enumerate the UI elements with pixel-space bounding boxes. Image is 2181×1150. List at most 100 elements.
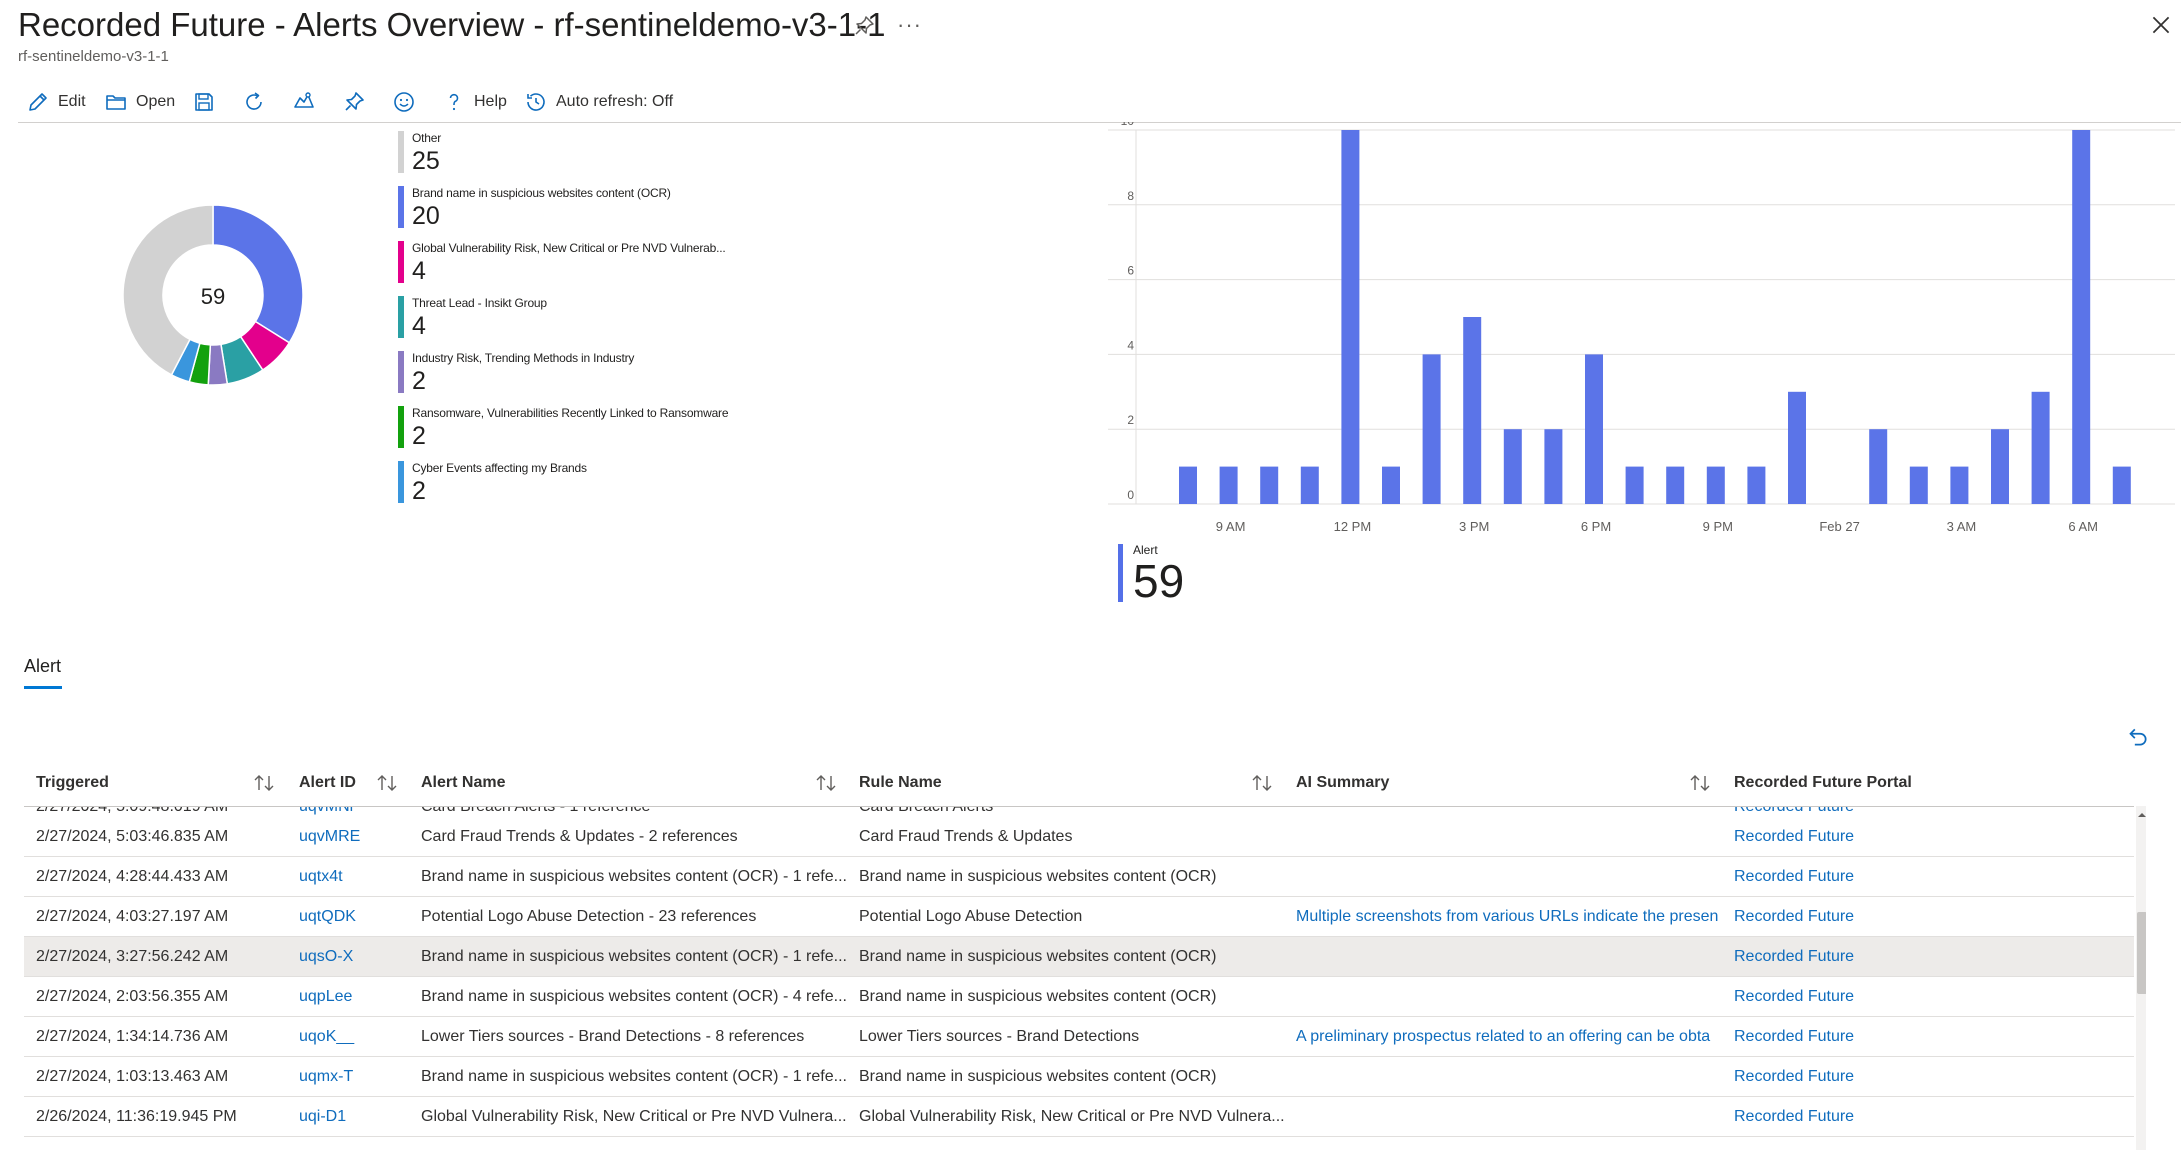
cell-portal-link[interactable]: Recorded Future xyxy=(1734,868,1934,886)
bar[interactable] xyxy=(1950,466,1969,504)
table-row-selected[interactable]: 2/27/2024, 3:27:56.242 AM uqsO-X Brand n… xyxy=(24,937,2134,977)
column-header-rule-name[interactable]: Rule Name xyxy=(859,774,942,792)
table-row[interactable]: 2/27/2024, 1:03:13.463 AM uqmx-T Brand n… xyxy=(24,1057,2134,1097)
save-button[interactable] xyxy=(192,88,216,116)
tab-active-indicator xyxy=(24,686,62,689)
scroll-up-icon[interactable] xyxy=(2137,810,2146,820)
bar[interactable] xyxy=(2072,130,2091,504)
donut-slice[interactable] xyxy=(212,204,304,344)
legend-value: 25 xyxy=(412,147,440,175)
cell-alert-id-link[interactable]: uqpLee xyxy=(299,988,409,1006)
pin-dashboard-button[interactable] xyxy=(342,88,366,116)
undo-icon[interactable] xyxy=(2124,724,2150,750)
donut-chart[interactable]: 59 xyxy=(118,200,308,390)
legend-value: 2 xyxy=(412,422,426,450)
open-button[interactable]: Open xyxy=(104,88,175,116)
bar[interactable] xyxy=(2112,466,2131,504)
bar[interactable] xyxy=(1422,354,1441,504)
legend-label: Industry Risk, Trending Methods in Indus… xyxy=(412,351,635,365)
sort-icon[interactable] xyxy=(375,772,399,794)
legend-item-global-vulnerability[interactable]: Global Vulnerability Risk, New Critical … xyxy=(398,241,798,293)
bar[interactable] xyxy=(1585,354,1603,504)
bar[interactable] xyxy=(1666,466,1685,504)
sort-icon[interactable] xyxy=(814,772,838,794)
cell-alert-id-link[interactable]: uqvMRE xyxy=(299,828,409,846)
cell-alert-id-link[interactable]: uqvMNi xyxy=(299,807,409,816)
cell-alert-id-link[interactable]: uqmx-T xyxy=(299,1068,409,1086)
legend-item-industry-risk[interactable]: Industry Risk, Trending Methods in Indus… xyxy=(398,351,798,403)
cell-alert-id-link[interactable]: uqtQDK xyxy=(299,908,409,926)
legend-item-cyber-events[interactable]: Cyber Events affecting my Brands 2 xyxy=(398,461,798,513)
legend-item-brand-ocr[interactable]: Brand name in suspicious websites conten… xyxy=(398,186,798,238)
table-row[interactable]: 2/26/2024, 11:36:19.945 PM uqi-D1 Global… xyxy=(24,1097,2134,1137)
table-row[interactable]: 2/27/2024, 1:34:14.736 AM uqoK__ Lower T… xyxy=(24,1017,2134,1057)
bar[interactable] xyxy=(2031,391,2050,504)
cell-portal-link[interactable]: Recorded Future xyxy=(1734,807,1934,816)
cell-portal-link[interactable]: Recorded Future xyxy=(1734,1068,1934,1086)
cell-alert-id-link[interactable]: uqi-D1 xyxy=(299,1108,409,1126)
bar[interactable] xyxy=(1219,466,1238,504)
bar[interactable] xyxy=(1260,466,1279,504)
bar[interactable] xyxy=(1706,466,1725,504)
table-row[interactable]: 2/27/2024, 2:03:56.355 AM uqpLee Brand n… xyxy=(24,977,2134,1017)
cell-alert-id-link[interactable]: uqtx4t xyxy=(299,868,409,886)
table-row[interactable]: 2/27/2024, 5:03:46.835 AM uqvMRE Card Fr… xyxy=(24,817,2134,857)
column-header-portal[interactable]: Recorded Future Portal xyxy=(1734,774,1912,792)
feedback-button[interactable] xyxy=(392,88,416,116)
cell-alert-name: Potential Logo Abuse Detection - 23 refe… xyxy=(421,908,757,925)
cell-triggered: 2/27/2024, 5:03:46.835 AM xyxy=(36,828,229,845)
bar[interactable] xyxy=(1747,466,1766,504)
help-button[interactable]: Help xyxy=(442,88,507,116)
bar[interactable] xyxy=(1991,429,2009,504)
bar[interactable] xyxy=(1463,317,1482,504)
cell-portal-link[interactable]: Recorded Future xyxy=(1734,948,1934,966)
legend-swatch xyxy=(398,131,404,173)
table-row[interactable]: 2/27/2024, 5:09:48.019 AM uqvMNi Card Br… xyxy=(24,807,2134,817)
column-header-alert-id[interactable]: Alert ID xyxy=(299,774,356,792)
pin-icon[interactable] xyxy=(852,14,876,38)
bar[interactable] xyxy=(1544,429,1563,504)
sort-icon[interactable] xyxy=(252,772,276,794)
legend-item-other[interactable]: Other 25 xyxy=(398,131,798,183)
bar[interactable] xyxy=(1341,130,1360,504)
close-icon[interactable] xyxy=(2148,12,2174,38)
cell-ai-summary[interactable]: Multiple screenshots from various URLs i… xyxy=(1296,908,1751,926)
cell-portal-link[interactable]: Recorded Future xyxy=(1734,908,1934,926)
column-header-alert-name[interactable]: Alert Name xyxy=(421,774,505,792)
more-icon[interactable]: ··· xyxy=(897,12,922,38)
legend-item-threat-lead[interactable]: Threat Lead - Insikt Group 4 xyxy=(398,296,798,348)
alerts-table[interactable]: Triggered Alert ID Alert Name Rule Name … xyxy=(24,762,2146,1150)
cell-alert-id-link[interactable]: uqsO-X xyxy=(299,948,409,966)
table-scrollbar-thumb[interactable] xyxy=(2137,912,2146,994)
refresh-button[interactable] xyxy=(242,88,266,116)
tab-alert[interactable]: Alert xyxy=(24,656,61,677)
cell-portal-link[interactable]: Recorded Future xyxy=(1734,988,1934,1006)
bar[interactable] xyxy=(1503,429,1522,504)
bar[interactable] xyxy=(1625,466,1644,504)
cell-alert-name: Brand name in suspicious websites conten… xyxy=(421,868,847,885)
legend-item-ransomware[interactable]: Ransomware, Vulnerabilities Recently Lin… xyxy=(398,406,798,458)
share-button[interactable] xyxy=(292,88,316,116)
bar[interactable] xyxy=(1788,391,1806,504)
cell-ai-summary[interactable]: A preliminary prospectus related to an o… xyxy=(1296,1028,1751,1046)
sort-icon[interactable] xyxy=(1688,772,1712,794)
column-header-triggered[interactable]: Triggered xyxy=(36,774,109,792)
edit-button[interactable]: Edit xyxy=(26,88,86,116)
auto-refresh-button[interactable]: Auto refresh: Off xyxy=(524,88,673,116)
bar[interactable] xyxy=(1382,466,1400,504)
edit-label: Edit xyxy=(58,93,86,110)
bar[interactable] xyxy=(1909,466,1928,504)
cell-portal-link[interactable]: Recorded Future xyxy=(1734,1028,1934,1046)
cell-alert-id-link[interactable]: uqoK__ xyxy=(299,1028,409,1046)
bar[interactable] xyxy=(1869,429,1888,504)
column-header-ai-summary[interactable]: AI Summary xyxy=(1296,774,1389,792)
alerts-bar-chart[interactable]: 0 2 4 6 8 10 9 AM 12 PM 3 PM 6 PM 9 PM Feb 27 3 AM 6… xyxy=(1100,122,2180,542)
cell-portal-link[interactable]: Recorded Future xyxy=(1734,1108,1934,1126)
sort-icon[interactable] xyxy=(1250,772,1274,794)
table-row[interactable]: 2/27/2024, 4:28:44.433 AM uqtx4t Brand n… xyxy=(24,857,2134,897)
cell-portal-link[interactable]: Recorded Future xyxy=(1734,828,1934,846)
table-row[interactable]: 2/27/2024, 4:03:27.197 AM uqtQDK Potenti… xyxy=(24,897,2134,937)
bar[interactable] xyxy=(1300,466,1319,504)
legend-label: Cyber Events affecting my Brands xyxy=(412,461,587,475)
bar[interactable] xyxy=(1179,466,1197,504)
